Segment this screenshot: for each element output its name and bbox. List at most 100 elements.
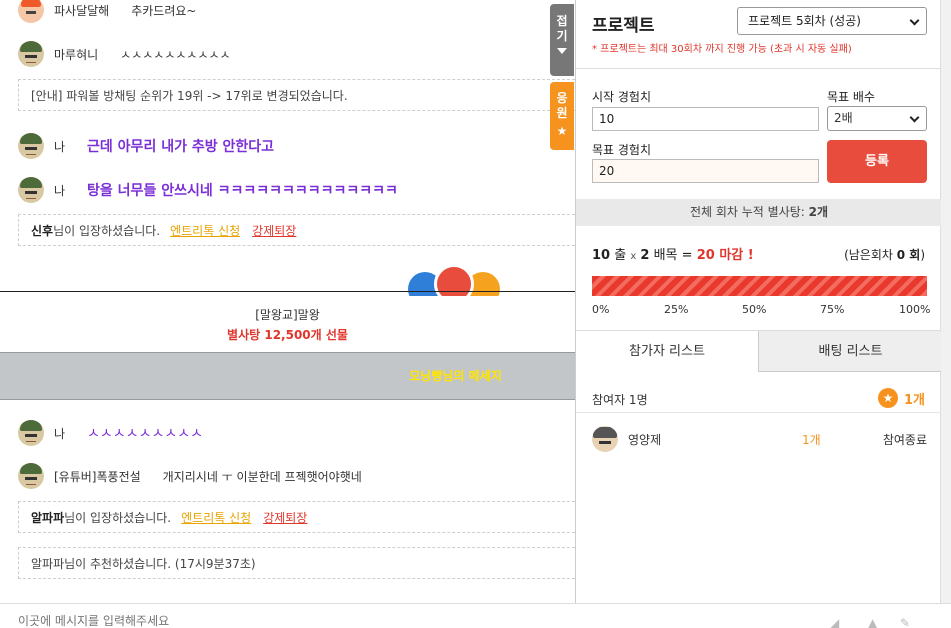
user-avatar[interactable]: [18, 41, 44, 67]
participant-name[interactable]: 영양제: [628, 431, 661, 448]
gift-amount: 별사탕 12,500개 선물: [227, 328, 348, 342]
cheer-button[interactable]: 응 원 ★: [550, 82, 574, 150]
chat-nick[interactable]: 나: [54, 182, 65, 199]
divider: [576, 412, 942, 413]
multiplier-select[interactable]: 2배: [827, 106, 927, 131]
tick-label: 75%: [820, 303, 845, 316]
chat-nick[interactable]: 나: [54, 138, 65, 155]
tick-label: 25%: [664, 303, 689, 316]
entry-talk-link[interactable]: 엔트리톡 신청: [181, 509, 251, 526]
scrollbar[interactable]: [941, 0, 951, 628]
user-avatar[interactable]: [18, 420, 44, 446]
message-banner: 모닝빵님의 메세지: [0, 352, 575, 400]
multiplier-label: 목표 배수: [827, 90, 875, 104]
total-stars: 전체 회차 누적 별사탕: 2개: [576, 199, 942, 226]
fold-label-2: 기: [556, 29, 568, 43]
chat-nick[interactable]: [유튜버]폭풍전설: [54, 468, 141, 485]
calc-equals: =: [681, 248, 693, 263]
send-icon[interactable]: ▲: [868, 616, 877, 628]
remaining-rounds: (남은회차 0 회): [844, 246, 925, 263]
chat-message: [유튜버]폭풍전설 개지리시네 ㅜ 이분한데 프젝햇어야햇네: [18, 463, 362, 489]
caret-down-icon: [557, 48, 567, 54]
settings-icon[interactable]: ✎: [900, 616, 910, 628]
chat-text: ㅅㅅㅅㅅㅅㅅㅅㅅㅅㅅ: [120, 47, 231, 62]
cheer-label-2: 원: [556, 106, 568, 120]
chat-message: 나 ㅅㅅㅅㅅㅅㅅㅅㅅㅅ: [18, 420, 203, 446]
remain-close: ): [920, 248, 925, 262]
user-avatar[interactable]: [592, 426, 618, 452]
fold-label-1: 접: [556, 14, 568, 28]
entry-notice: 신후 님이 입장하셨습니다. 엔트리톡 신청 강제퇴장: [18, 214, 575, 246]
chat-text: 개지리시네 ㅜ 이분한데 프젝햇어야햇네: [162, 469, 362, 484]
chat-text: ㅅㅅㅅㅅㅅㅅㅅㅅㅅ: [87, 426, 203, 442]
chat-nick[interactable]: 나: [54, 425, 65, 442]
progress-bar: [592, 276, 927, 296]
total-label: 전체 회차 누적 별사탕:: [689, 205, 809, 219]
tick-label: 50%: [742, 303, 767, 316]
entry-suffix: 님이 입장하셨습니다.: [53, 223, 161, 238]
chat-area: 파사달달해 추카드려요~ 마루혀니 ㅅㅅㅅㅅㅅㅅㅅㅅㅅㅅ [안내] 파워볼 방채…: [0, 0, 575, 628]
project-panel: 프로젝트 프로젝트 5회차 (성공) * 프로젝트는 최대 30회차 까지 진행…: [575, 0, 942, 603]
start-exp-input[interactable]: 10: [592, 107, 819, 131]
chat-message: 파사달달해 추카드려요~: [18, 0, 196, 23]
tick-label: 100%: [899, 303, 931, 316]
participant-total-value: 1개: [903, 392, 925, 408]
user-avatar[interactable]: [18, 133, 44, 159]
panel-title: 프로젝트: [592, 16, 655, 36]
project-select-value: 프로젝트 5회차 (성공): [748, 14, 861, 28]
chat-input[interactable]: [18, 614, 558, 628]
entry-user[interactable]: 신후: [31, 222, 53, 239]
target-exp-input[interactable]: 20: [592, 159, 819, 183]
chat-message: 마루혀니 ㅅㅅㅅㅅㅅㅅㅅㅅㅅㅅ: [18, 41, 231, 67]
calc-multiplier-unit: 배목: [653, 248, 678, 263]
chat-nick[interactable]: 마루혀니: [54, 46, 98, 63]
entry-suffix: 님이 입장하셨습니다.: [64, 510, 172, 525]
chat-nick[interactable]: 파사달달해: [54, 2, 109, 19]
chat-text: 추카드려요~: [131, 3, 197, 18]
emoji-icon[interactable]: ◢: [830, 616, 839, 628]
chat-text: 탕을 너무들 안쓰시네 ㅋㅋㅋㅋㅋㅋㅋㅋㅋㅋㅋㅋㅋㅋ: [87, 183, 398, 199]
project-select[interactable]: 프로젝트 5회차 (성공): [737, 7, 927, 35]
remain-label: (남은회차: [844, 248, 897, 262]
notice-text: [안내] 파워볼 방채팅 순위가 19위 -> 17위로 변경되었습니다.: [31, 88, 348, 103]
start-exp-label: 시작 경험치: [592, 90, 652, 104]
chevron-down-icon: [909, 15, 920, 26]
entry-talk-link[interactable]: 엔트리톡 신청: [170, 222, 240, 239]
project-calc: 10 출 x 2 배목 = 20 마감 !: [592, 244, 754, 263]
participant-total: ★ 1개: [877, 388, 925, 408]
user-avatar[interactable]: [18, 0, 44, 23]
register-button[interactable]: 등록: [827, 140, 927, 183]
kick-link[interactable]: 강제퇴장: [252, 222, 296, 239]
chat-text: 근데 아무리 내가 추방 안한다고: [87, 139, 274, 155]
star-icon: ★: [556, 124, 568, 138]
calc-times: x: [630, 251, 637, 262]
recommend-text: 알파파님이 추천하셨습니다. (17시9분37초): [31, 556, 256, 571]
entry-user[interactable]: 알파파: [31, 509, 64, 526]
gift-notice: [말왕교]말왕 별사탕 12,500개 선물: [0, 291, 575, 353]
star-coin-icon: ★: [877, 388, 898, 408]
participant-status: 참여종료: [882, 432, 927, 447]
chat-input-bar: ◢ ▲ ✎: [0, 603, 951, 628]
project-note: * 프로젝트는 최대 30회차 까지 진행 가능 (초과 시 자동 실패): [592, 44, 852, 55]
cheer-label-1: 응: [556, 91, 568, 105]
total-value: 2개: [808, 205, 829, 219]
tab-bets[interactable]: 배팅 리스트: [759, 331, 942, 372]
tab-participants[interactable]: 참가자 리스트: [576, 331, 759, 372]
gift-sender[interactable]: [말왕교]말왕: [0, 306, 575, 323]
target-exp-label: 목표 경험치: [592, 143, 652, 157]
user-avatar[interactable]: [18, 463, 44, 489]
participant-amount: 1개: [802, 432, 821, 447]
participant-count: 참여자 1명: [592, 393, 648, 407]
banner-text: 모닝빵님의 메세지: [409, 369, 502, 383]
entry-notice: 알파파 님이 입장하셨습니다. 엔트리톡 신청 강제퇴장: [18, 501, 575, 533]
notice-box: [안내] 파워볼 방채팅 순위가 19위 -> 17위로 변경되었습니다.: [18, 79, 575, 111]
calc-start-unit: 출: [614, 248, 627, 263]
user-avatar[interactable]: [18, 177, 44, 203]
divider: [576, 68, 942, 69]
multiplier-value: 2배: [834, 111, 853, 125]
calc-multiplier: 2: [640, 248, 650, 263]
kick-link[interactable]: 강제퇴장: [263, 509, 307, 526]
chat-message: 나 탕을 너무들 안쓰시네 ㅋㅋㅋㅋㅋㅋㅋㅋㅋㅋㅋㅋㅋㅋ: [18, 177, 398, 203]
fold-button[interactable]: 접 기: [550, 4, 574, 76]
calc-start: 10: [592, 248, 611, 263]
